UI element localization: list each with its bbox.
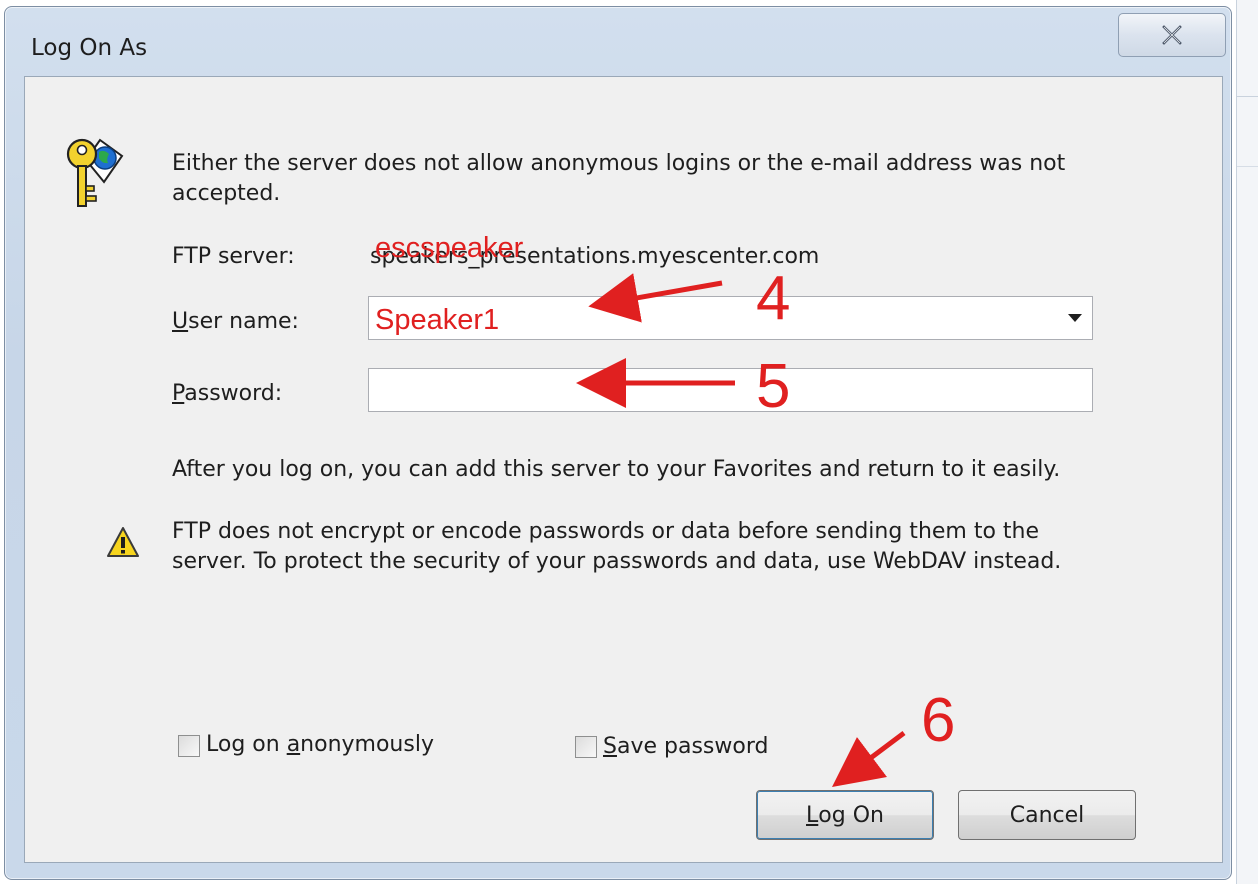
- button-label: og On: [818, 802, 884, 828]
- label-text: assword:: [184, 381, 283, 406]
- password-field[interactable]: [368, 368, 1093, 412]
- logon-dialog: Log On As Either the server does not all…: [4, 6, 1232, 880]
- warning-triangle-icon: [107, 527, 139, 557]
- mnemonic: U: [172, 309, 189, 334]
- close-x-icon: [1162, 25, 1182, 45]
- dialog-title: Log On As: [31, 35, 148, 61]
- log-on-button[interactable]: Log On: [756, 790, 934, 840]
- label-text: nonymously: [300, 732, 434, 757]
- log-on-anonymously-checkbox[interactable]: [178, 735, 200, 757]
- warning-line-1: FTP does not encrypt or encode passwords…: [172, 519, 1040, 544]
- save-password-checkbox[interactable]: [575, 736, 597, 758]
- label-text: ser name:: [188, 309, 299, 334]
- warning-line-2: server. To protect the security of your …: [172, 549, 1062, 574]
- log-on-anonymously-label[interactable]: Log on anonymously: [206, 730, 434, 760]
- mnemonic: S: [603, 734, 617, 759]
- bg-divider: [1237, 166, 1258, 167]
- label-text: ave password: [616, 734, 769, 759]
- background-window: [1236, 0, 1258, 884]
- message-line-1: Either the server does not allow anonymo…: [172, 151, 1066, 176]
- password-value: Speaker1: [375, 304, 500, 336]
- mnemonic: a: [286, 732, 301, 757]
- step-5-label: 5: [756, 352, 791, 421]
- chevron-down-icon[interactable]: [1068, 314, 1082, 322]
- save-password-label[interactable]: Save password: [603, 732, 768, 762]
- label-text: Log on: [206, 732, 287, 757]
- mnemonic: L: [806, 802, 819, 828]
- step-6-label: 6: [921, 686, 956, 755]
- cancel-button[interactable]: Cancel: [958, 790, 1136, 840]
- favorites-hint: After you log on, you can add this serve…: [172, 457, 1061, 482]
- user-name-label: User name:: [172, 307, 299, 337]
- password-label: Password:: [172, 379, 282, 409]
- bg-divider: [1237, 96, 1258, 97]
- close-button[interactable]: [1118, 13, 1226, 57]
- ftp-server-label: FTP server:: [172, 244, 295, 269]
- user-name-value: escspeaker: [375, 232, 524, 264]
- step-4-label: 4: [756, 264, 791, 333]
- mnemonic: P: [172, 381, 185, 406]
- dialog-body: Either the server does not allow anonymo…: [24, 76, 1223, 863]
- key-globe-icon: [66, 138, 124, 207]
- message-line-2: accepted.: [172, 181, 281, 206]
